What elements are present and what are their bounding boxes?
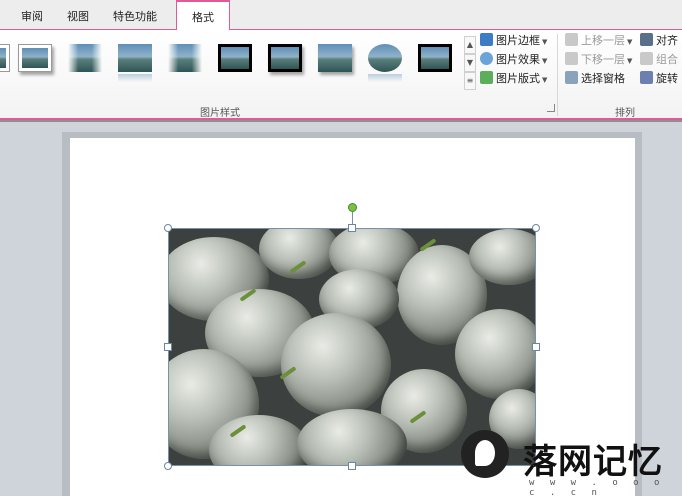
resize-handle-bottom[interactable]: [348, 462, 356, 470]
tab-review[interactable]: 审阅: [12, 6, 52, 28]
watermark: 落网记忆 w w w . o o o c . c n: [455, 426, 682, 496]
tab-view[interactable]: 视图: [58, 6, 98, 28]
chevron-down-icon: ▼: [627, 57, 633, 65]
picture-style-double-frame-black[interactable]: [218, 44, 252, 72]
picture-border-button[interactable]: 图片边框 ▼: [480, 32, 547, 50]
watermark-logo-icon: [461, 430, 509, 478]
selection-pane-button[interactable]: 选择窗格: [565, 70, 625, 88]
align-button[interactable]: 对齐: [640, 32, 678, 50]
picture-effects-button[interactable]: 图片效果 ▼: [480, 51, 547, 69]
resize-handle-bottom-left[interactable]: [164, 462, 172, 470]
group-divider: [557, 34, 558, 116]
gallery-scroll-down[interactable]: ▼: [464, 54, 476, 72]
gallery-scroll-up[interactable]: ▲: [464, 36, 476, 54]
picture-style-white-frame[interactable]: [18, 44, 52, 72]
rotate-button[interactable]: 旋转: [640, 70, 678, 88]
melon: [259, 229, 339, 279]
pen-icon: [480, 33, 493, 46]
dialog-launcher-icon[interactable]: [547, 104, 555, 112]
bring-forward-icon: [565, 33, 578, 46]
picture-style-drop-shadow[interactable]: [318, 44, 352, 72]
chevron-down-icon: ▼: [542, 57, 548, 65]
picture-style-oval[interactable]: [368, 44, 402, 82]
rotate-handle[interactable]: [348, 203, 357, 212]
picture-style-reflected[interactable]: [118, 44, 152, 82]
send-backward-button[interactable]: 下移一层 ▼: [565, 51, 632, 69]
rotate-icon: [640, 71, 653, 84]
tab-special-features[interactable]: 特色功能: [104, 6, 166, 28]
picture-style-thick-black[interactable]: [268, 44, 302, 72]
ribbon-panel: ▲ ▼ ≡ 图片边框 ▼ 图片效果 ▼ 图片版式 ▼ 上移一层 ▼ 下移一层 ▼ 选择窗格…: [0, 30, 682, 120]
group-button[interactable]: 组合: [640, 51, 678, 69]
melon: [281, 313, 391, 417]
ribbon-tab-bar: 审阅 视图 特色功能 格式: [0, 0, 682, 31]
group-label-arrange: 排列: [615, 108, 635, 119]
watermark-url: w w w . o o o c . c n: [529, 478, 665, 496]
send-backward-icon: [565, 52, 578, 65]
group-label-picture-styles: 图片样式: [200, 108, 240, 119]
picture-style-soft-rect[interactable]: [168, 44, 202, 72]
layout-icon: [480, 71, 493, 84]
resize-handle-left[interactable]: [164, 343, 172, 351]
align-icon: [640, 33, 653, 46]
chevron-down-icon: ▼: [542, 38, 548, 46]
bring-forward-button[interactable]: 上移一层 ▼: [565, 32, 632, 50]
group-icon: [640, 52, 653, 65]
picture-style-metal-frame[interactable]: [418, 44, 452, 72]
watermark-title: 落网记忆: [523, 442, 663, 482]
effects-icon: [480, 52, 493, 65]
melon: [455, 309, 535, 399]
chevron-down-icon: ▼: [627, 38, 633, 46]
resize-handle-top-left[interactable]: [164, 224, 172, 232]
selection-pane-icon: [565, 71, 578, 84]
tab-format[interactable]: 格式: [176, 0, 230, 31]
chevron-down-icon: ▼: [542, 76, 548, 84]
resize-handle-top-right[interactable]: [532, 224, 540, 232]
picture-style-simple-frame[interactable]: [0, 44, 10, 72]
picture-layout-button[interactable]: 图片版式 ▼: [480, 70, 547, 88]
picture-style-soft-edge[interactable]: [68, 44, 102, 72]
resize-handle-top[interactable]: [348, 224, 356, 232]
resize-handle-right[interactable]: [532, 343, 540, 351]
gallery-more[interactable]: ≡: [464, 72, 476, 90]
